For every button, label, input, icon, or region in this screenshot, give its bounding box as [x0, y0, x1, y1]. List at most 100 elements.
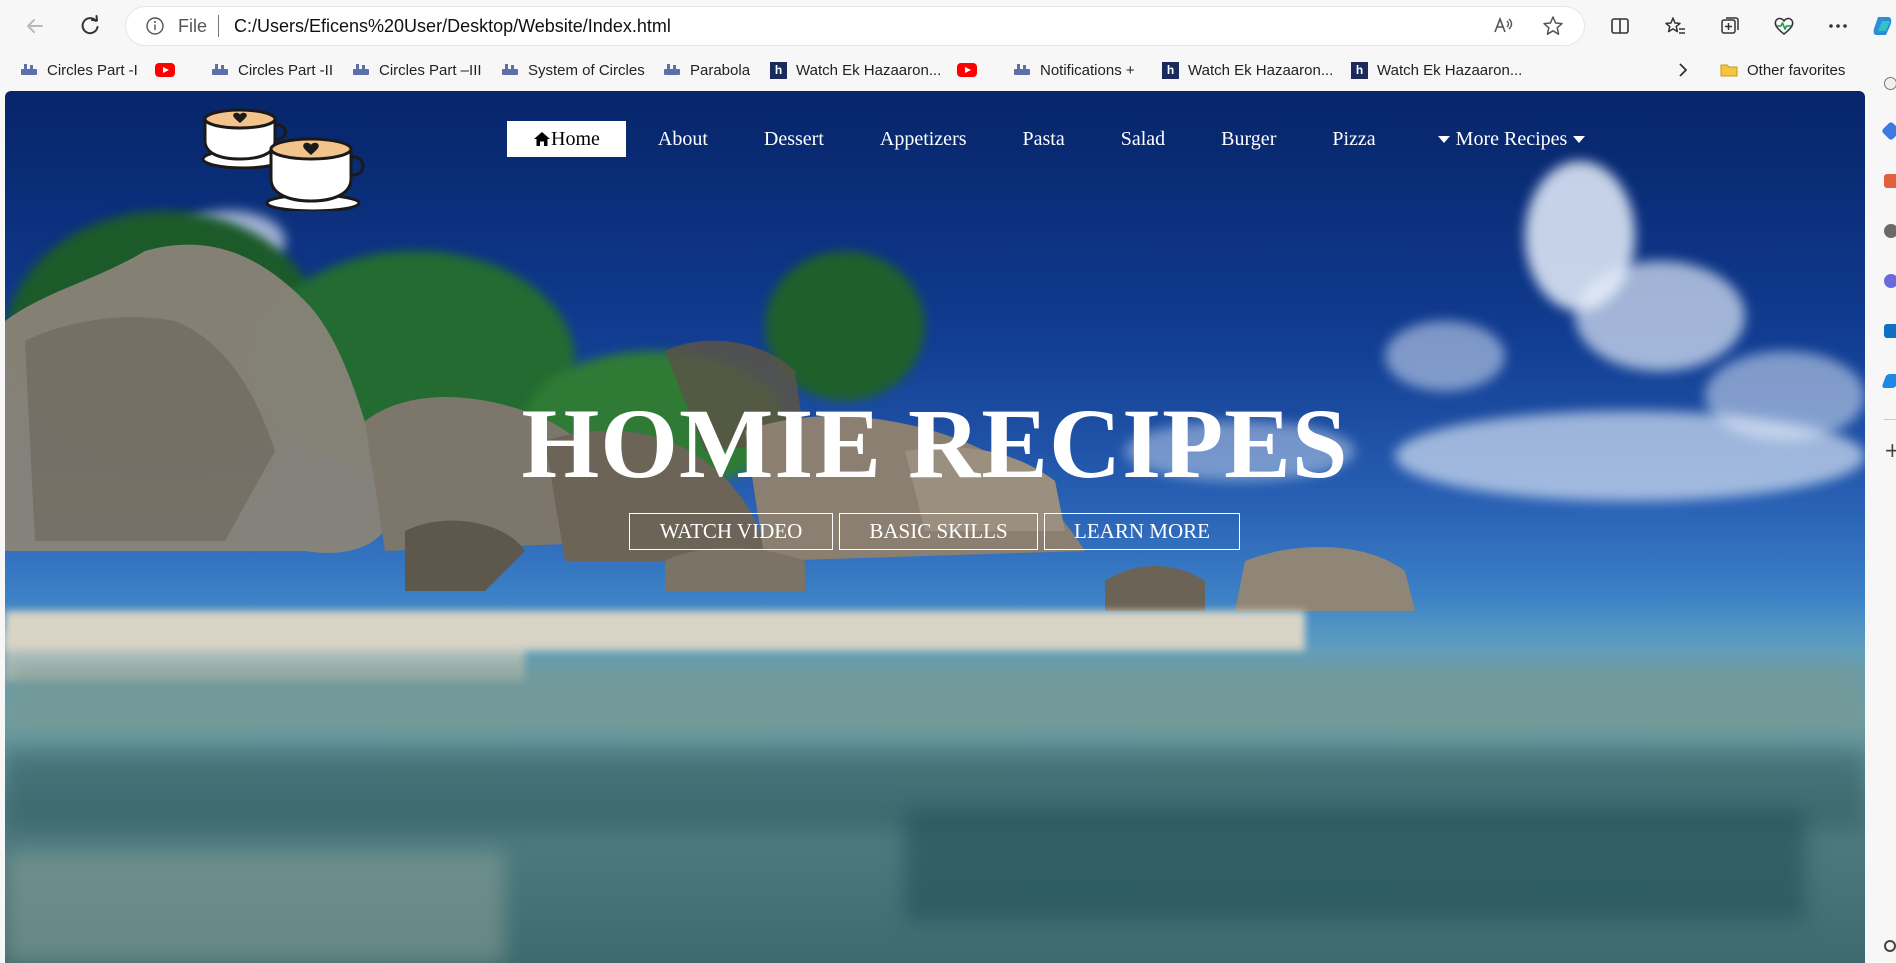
back-button[interactable]: [20, 11, 50, 41]
bookmarks-overflow-button[interactable]: [1676, 59, 1690, 81]
bookmark-label: System of Circles: [528, 61, 645, 79]
bookmark-label: Watch Ek Hazaaron...: [1188, 61, 1334, 79]
sidebar-divider: [1884, 419, 1896, 420]
nav-burger-label: Burger: [1221, 127, 1277, 150]
h-icon: h: [1162, 61, 1179, 79]
heart-pulse-icon: [1774, 17, 1794, 35]
nav-burger[interactable]: Burger: [1193, 121, 1304, 157]
edge-sidebar: +: [1868, 52, 1896, 963]
search-icon[interactable]: [1884, 77, 1896, 90]
nav-about-label: About: [657, 127, 708, 150]
site-icon: [212, 64, 228, 75]
nav-dessert-label: Dessert: [763, 127, 824, 150]
refresh-icon: [81, 15, 99, 35]
bookmark-label: Watch Ek Hazaaron...: [1377, 61, 1523, 79]
basic-skills-button[interactable]: BASIC SKILLS: [839, 513, 1038, 550]
nav-appetizers-label: Appetizers: [879, 127, 967, 150]
favorites-icon: [1665, 17, 1685, 34]
nav-dessert[interactable]: Dessert: [736, 121, 852, 157]
home-icon: [534, 132, 550, 146]
info-icon[interactable]: [146, 17, 164, 35]
scheme-label: File: [178, 16, 208, 36]
coffee-cups-logo[interactable]: [195, 101, 375, 211]
tools-icon[interactable]: [1884, 174, 1896, 188]
more-options-button[interactable]: [1824, 12, 1852, 40]
nav-more-recipes[interactable]: More Recipes: [1404, 121, 1620, 157]
h-icon: h: [1351, 61, 1368, 79]
people-icon[interactable]: [1884, 224, 1896, 238]
outlook-icon[interactable]: [1884, 324, 1896, 338]
nav-pasta-label: Pasta: [1022, 127, 1065, 150]
watch-video-button[interactable]: WATCH VIDEO: [629, 513, 833, 550]
url-text[interactable]: C:/Users/Eficens%20User/Desktop/Website/…: [234, 16, 671, 37]
site-icon: [664, 64, 680, 75]
collections-icon: [1721, 17, 1739, 34]
nav-pasta[interactable]: Pasta: [995, 121, 1093, 157]
split-screen-button[interactable]: [1606, 12, 1634, 40]
main-nav: Home About Dessert Appetizers Pasta Sala…: [507, 121, 1619, 157]
bookmark-item[interactable]: Circles Part –III: [352, 59, 482, 81]
shallow-water: [905, 811, 1805, 921]
read-aloud-icon: [1494, 16, 1513, 33]
shopping-icon[interactable]: [1881, 121, 1896, 141]
folder-icon: [1720, 64, 1738, 77]
back-arrow-icon: [27, 19, 43, 33]
address-bar[interactable]: File C:/Users/Eficens%20User/Desktop/Web…: [126, 7, 1584, 45]
nav-salad[interactable]: Salad: [1093, 121, 1193, 157]
bookmark-item[interactable]: Notifications +: [1013, 59, 1135, 81]
bookmark-item[interactable]: Circles Part -II: [211, 59, 333, 81]
caret-down-icon: [1573, 135, 1586, 143]
hero-title: HOMIE RECIPES: [521, 388, 1349, 499]
site-icon: [1014, 64, 1030, 75]
bookmark-item[interactable]: h Watch Ek Hazaaron...: [770, 59, 941, 81]
send-icon[interactable]: [1881, 374, 1896, 388]
bookmark-label: Parabola: [690, 61, 751, 79]
copilot-icon: [1873, 17, 1892, 35]
copilot-button[interactable]: [1872, 12, 1896, 40]
bookmark-label: Notifications +: [1040, 61, 1135, 79]
add-icon[interactable]: +: [1884, 438, 1896, 462]
nav-home[interactable]: Home: [507, 121, 626, 157]
learn-more-button[interactable]: LEARN MORE: [1044, 513, 1240, 550]
shallow-water: [5, 851, 505, 963]
shallow-water: [5, 661, 1865, 731]
bookmark-item[interactable]: [957, 59, 977, 81]
nav-salad-label: Salad: [1120, 127, 1166, 150]
nav-home-label: Home: [551, 127, 600, 150]
bookmark-item[interactable]: System of Circles: [501, 59, 645, 81]
youtube-icon: [155, 63, 175, 77]
refresh-button[interactable]: [75, 11, 105, 41]
bookmarks-bar: Circles Part -I Circles Part -II Circles…: [0, 52, 1896, 88]
nav-pizza-label: Pizza: [1332, 127, 1376, 150]
site-icon: [502, 64, 518, 75]
other-favorites-label: Other favorites: [1747, 61, 1846, 79]
collections-button[interactable]: [1716, 12, 1744, 40]
url-separator: [218, 15, 219, 37]
bookmark-label: Watch Ek Hazaaron...: [796, 61, 942, 79]
games-icon[interactable]: [1884, 274, 1896, 288]
nav-about[interactable]: About: [630, 121, 736, 157]
settings-icon[interactable]: [1884, 940, 1896, 952]
hero-button-group: WATCH VIDEO BASIC SKILLS LEARN MORE: [629, 513, 1240, 550]
page-viewport: Home About Dessert Appetizers Pasta Sala…: [5, 91, 1865, 963]
youtube-icon: [957, 63, 977, 77]
bookmark-label: Circles Part -I: [47, 61, 138, 79]
browser-toolbar: File C:/Users/Eficens%20User/Desktop/Web…: [0, 0, 1896, 52]
star-icon: [1543, 16, 1563, 35]
read-aloud-button[interactable]: [1492, 15, 1514, 37]
bookmark-item[interactable]: h Watch Ek Hazaaron...: [1351, 59, 1522, 81]
favorites-button[interactable]: [1661, 12, 1689, 40]
bookmark-item[interactable]: Circles Part -I: [20, 59, 138, 81]
caret-down-icon: [1437, 135, 1450, 143]
bookmark-item[interactable]: [155, 59, 175, 81]
split-screen-icon: [1611, 18, 1629, 34]
h-icon: h: [770, 61, 787, 79]
nav-appetizers[interactable]: Appetizers: [852, 121, 995, 157]
bookmark-item[interactable]: h Watch Ek Hazaaron...: [1162, 59, 1333, 81]
browser-essentials-button[interactable]: [1770, 12, 1798, 40]
bookmark-label: Circles Part –III: [379, 61, 482, 79]
other-favorites-folder[interactable]: Other favorites: [1720, 59, 1845, 81]
add-favorite-button[interactable]: [1542, 15, 1564, 37]
bookmark-item[interactable]: Parabola: [663, 59, 750, 81]
nav-pizza[interactable]: Pizza: [1304, 121, 1403, 157]
